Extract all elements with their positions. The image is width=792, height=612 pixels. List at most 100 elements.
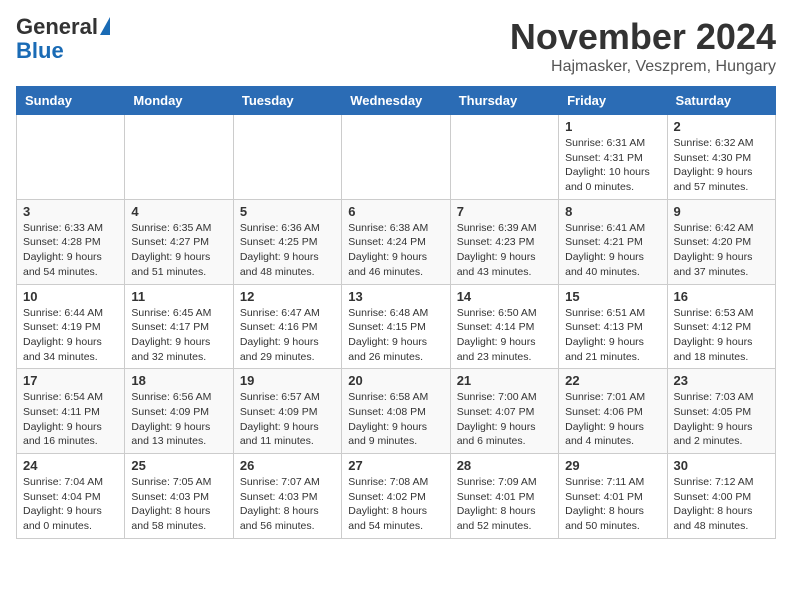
- calendar-cell: 27 Sunrise: 7:08 AM Sunset: 4:02 PM Dayli…: [342, 454, 450, 539]
- day-info: Sunrise: 7:11 AM Sunset: 4:01 PM Dayligh…: [565, 475, 660, 534]
- calendar-week-row: 24Sunrise: 7:04 AM Sunset: 4:04 PM Dayli…: [17, 454, 776, 539]
- title-area: November 2024 Hajmasker, Veszprem, Hunga…: [510, 16, 776, 76]
- day-info: Sunrise: 6:31 AM Sunset: 4:31 PM Dayligh…: [565, 136, 660, 195]
- column-header-thursday: Thursday: [450, 87, 558, 115]
- day-number: 14: [457, 289, 552, 304]
- day-number: 3: [23, 204, 118, 219]
- day-number: 16: [674, 289, 769, 304]
- day-info: Sunrise: 7:08 AM Sunset: 4:02 PM Dayligh…: [348, 475, 443, 534]
- day-info: Sunrise: 6:45 AM Sunset: 4:17 PM Dayligh…: [131, 306, 226, 365]
- day-info: Sunrise: 6:39 AM Sunset: 4:23 PM Dayligh…: [457, 221, 552, 280]
- logo-triangle-icon: [100, 17, 110, 35]
- day-number: 7: [457, 204, 552, 219]
- day-info: Sunrise: 6:36 AM Sunset: 4:25 PM Dayligh…: [240, 221, 335, 280]
- day-info: Sunrise: 7:12 AM Sunset: 4:00 PM Dayligh…: [674, 475, 769, 534]
- day-info: Sunrise: 7:03 AM Sunset: 4:05 PM Dayligh…: [674, 390, 769, 449]
- day-number: 21: [457, 373, 552, 388]
- day-number: 30: [674, 458, 769, 473]
- day-number: 28: [457, 458, 552, 473]
- calendar-cell: 2 Sunrise: 6:32 AM Sunset: 4:30 PM Daylig…: [667, 115, 775, 200]
- day-number: 4: [131, 204, 226, 219]
- day-info: Sunrise: 7:09 AM Sunset: 4:01 PM Dayligh…: [457, 475, 552, 534]
- calendar-cell: 25 Sunrise: 7:05 AM Sunset: 4:03 PM Dayli…: [125, 454, 233, 539]
- calendar-cell: 30 Sunrise: 7:12 AM Sunset: 4:00 PM Dayli…: [667, 454, 775, 539]
- calendar-cell: 5 Sunrise: 6:36 AM Sunset: 4:25 PM Daylig…: [233, 199, 341, 284]
- calendar-cell: 1 Sunrise: 6:31 AM Sunset: 4:31 PM Daylig…: [559, 115, 667, 200]
- calendar-cell: 11 Sunrise: 6:45 AM Sunset: 4:17 PM Dayli…: [125, 284, 233, 369]
- day-number: 13: [348, 289, 443, 304]
- column-header-wednesday: Wednesday: [342, 87, 450, 115]
- calendar-cell: 19 Sunrise: 6:57 AM Sunset: 4:09 PM Dayli…: [233, 369, 341, 454]
- calendar-cell: 23Sunrise: 7:03 AM Sunset: 4:05 PM Dayli…: [667, 369, 775, 454]
- day-number: 5: [240, 204, 335, 219]
- column-header-monday: Monday: [125, 87, 233, 115]
- calendar-cell: 16Sunrise: 6:53 AM Sunset: 4:12 PM Dayli…: [667, 284, 775, 369]
- day-number: 10: [23, 289, 118, 304]
- calendar-cell: 3Sunrise: 6:33 AM Sunset: 4:28 PM Daylig…: [17, 199, 125, 284]
- day-number: 9: [674, 204, 769, 219]
- calendar-cell: 12 Sunrise: 6:47 AM Sunset: 4:16 PM Dayli…: [233, 284, 341, 369]
- day-info: Sunrise: 6:51 AM Sunset: 4:13 PM Dayligh…: [565, 306, 660, 365]
- day-info: Sunrise: 7:00 AM Sunset: 4:07 PM Dayligh…: [457, 390, 552, 449]
- calendar-cell: [342, 115, 450, 200]
- calendar-subtitle: Hajmasker, Veszprem, Hungary: [510, 58, 776, 76]
- calendar-week-row: 3Sunrise: 6:33 AM Sunset: 4:28 PM Daylig…: [17, 199, 776, 284]
- calendar-cell: 9 Sunrise: 6:42 AM Sunset: 4:20 PM Daylig…: [667, 199, 775, 284]
- calendar-cell: 21 Sunrise: 7:00 AM Sunset: 4:07 PM Dayli…: [450, 369, 558, 454]
- day-info: Sunrise: 6:44 AM Sunset: 4:19 PM Dayligh…: [23, 306, 118, 365]
- day-number: 22: [565, 373, 660, 388]
- column-header-saturday: Saturday: [667, 87, 775, 115]
- day-info: Sunrise: 6:54 AM Sunset: 4:11 PM Dayligh…: [23, 390, 118, 449]
- day-number: 29: [565, 458, 660, 473]
- calendar-cell: 18Sunrise: 6:56 AM Sunset: 4:09 PM Dayli…: [125, 369, 233, 454]
- page-header: General Blue November 2024 Hajmasker, Ve…: [16, 16, 776, 76]
- day-info: Sunrise: 6:38 AM Sunset: 4:24 PM Dayligh…: [348, 221, 443, 280]
- calendar-cell: [17, 115, 125, 200]
- calendar-header-row: SundayMondayTuesdayWednesdayThursdayFrid…: [17, 87, 776, 115]
- day-number: 1: [565, 119, 660, 134]
- day-info: Sunrise: 6:58 AM Sunset: 4:08 PM Dayligh…: [348, 390, 443, 449]
- day-info: Sunrise: 6:41 AM Sunset: 4:21 PM Dayligh…: [565, 221, 660, 280]
- calendar-cell: 4Sunrise: 6:35 AM Sunset: 4:27 PM Daylig…: [125, 199, 233, 284]
- calendar-cell: 29 Sunrise: 7:11 AM Sunset: 4:01 PM Dayli…: [559, 454, 667, 539]
- calendar-cell: 28 Sunrise: 7:09 AM Sunset: 4:01 PM Dayli…: [450, 454, 558, 539]
- column-header-sunday: Sunday: [17, 87, 125, 115]
- day-number: 20: [348, 373, 443, 388]
- day-info: Sunrise: 6:47 AM Sunset: 4:16 PM Dayligh…: [240, 306, 335, 365]
- day-number: 25: [131, 458, 226, 473]
- day-number: 17: [23, 373, 118, 388]
- column-header-tuesday: Tuesday: [233, 87, 341, 115]
- logo: General Blue: [16, 16, 110, 64]
- day-info: Sunrise: 6:42 AM Sunset: 4:20 PM Dayligh…: [674, 221, 769, 280]
- calendar-cell: 17 Sunrise: 6:54 AM Sunset: 4:11 PM Dayli…: [17, 369, 125, 454]
- day-info: Sunrise: 7:07 AM Sunset: 4:03 PM Dayligh…: [240, 475, 335, 534]
- day-info: Sunrise: 6:48 AM Sunset: 4:15 PM Dayligh…: [348, 306, 443, 365]
- day-info: Sunrise: 6:57 AM Sunset: 4:09 PM Dayligh…: [240, 390, 335, 449]
- calendar-cell: 6Sunrise: 6:38 AM Sunset: 4:24 PM Daylig…: [342, 199, 450, 284]
- day-number: 2: [674, 119, 769, 134]
- day-info: Sunrise: 7:05 AM Sunset: 4:03 PM Dayligh…: [131, 475, 226, 534]
- day-info: Sunrise: 7:04 AM Sunset: 4:04 PM Dayligh…: [23, 475, 118, 534]
- day-number: 15: [565, 289, 660, 304]
- calendar-cell: 15 Sunrise: 6:51 AM Sunset: 4:13 PM Dayli…: [559, 284, 667, 369]
- calendar-table: SundayMondayTuesdayWednesdayThursdayFrid…: [16, 86, 776, 539]
- day-info: Sunrise: 7:01 AM Sunset: 4:06 PM Dayligh…: [565, 390, 660, 449]
- calendar-title: November 2024: [510, 16, 776, 58]
- calendar-cell: [450, 115, 558, 200]
- logo-blue-text: Blue: [16, 38, 64, 64]
- day-info: Sunrise: 6:50 AM Sunset: 4:14 PM Dayligh…: [457, 306, 552, 365]
- calendar-cell: 13 Sunrise: 6:48 AM Sunset: 4:15 PM Dayli…: [342, 284, 450, 369]
- day-number: 11: [131, 289, 226, 304]
- column-header-friday: Friday: [559, 87, 667, 115]
- calendar-cell: 22 Sunrise: 7:01 AM Sunset: 4:06 PM Dayli…: [559, 369, 667, 454]
- calendar-cell: [233, 115, 341, 200]
- day-number: 19: [240, 373, 335, 388]
- calendar-week-row: 10 Sunrise: 6:44 AM Sunset: 4:19 PM Dayli…: [17, 284, 776, 369]
- day-info: Sunrise: 6:32 AM Sunset: 4:30 PM Dayligh…: [674, 136, 769, 195]
- day-number: 27: [348, 458, 443, 473]
- calendar-cell: 8Sunrise: 6:41 AM Sunset: 4:21 PM Daylig…: [559, 199, 667, 284]
- logo-general-text: General: [16, 16, 98, 38]
- day-number: 18: [131, 373, 226, 388]
- day-number: 12: [240, 289, 335, 304]
- calendar-cell: 26Sunrise: 7:07 AM Sunset: 4:03 PM Dayli…: [233, 454, 341, 539]
